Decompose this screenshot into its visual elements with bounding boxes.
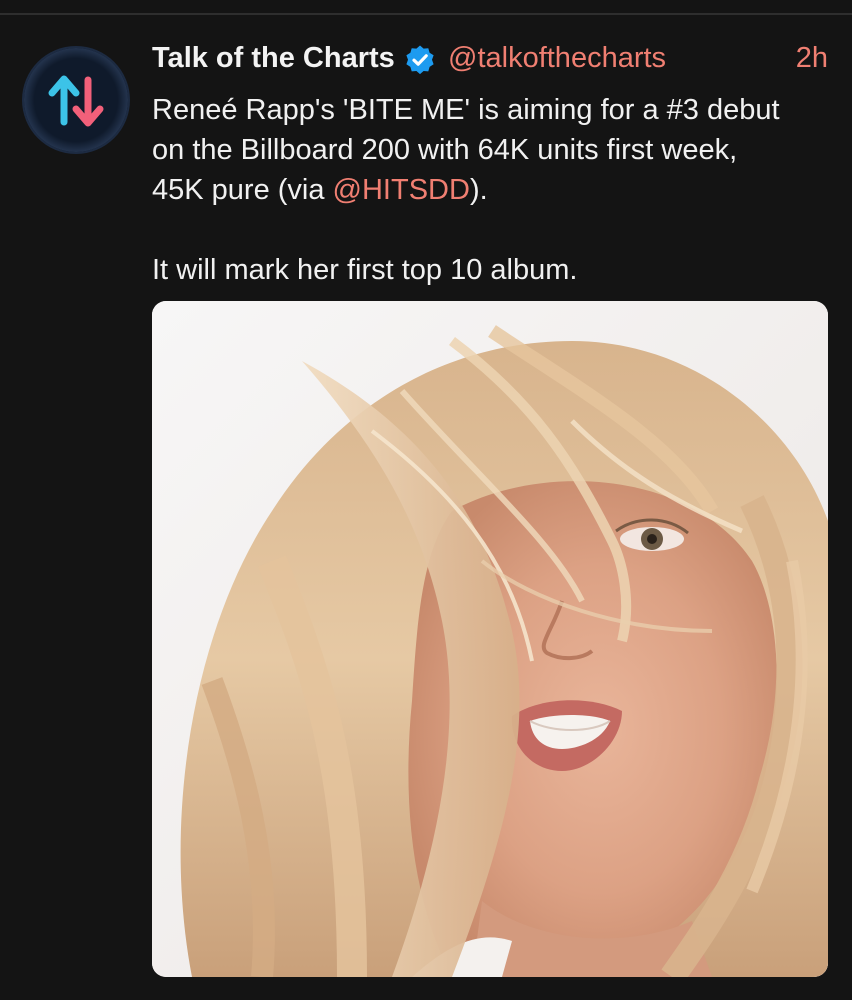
mention-link[interactable]: @HITSDD (333, 174, 470, 206)
tweet-text-fragment: 45K pure (via (152, 174, 333, 206)
portrait-photo (152, 301, 828, 977)
tweet-text-line: 45K pure (via @HITSDD). (152, 170, 822, 210)
verified-badge-icon (404, 44, 436, 76)
display-name[interactable]: Talk of the Charts (152, 42, 395, 75)
tweet-text: Reneé Rapp's 'BITE ME' is aiming for a #… (152, 90, 822, 290)
tweet-media-photo[interactable] (152, 301, 828, 977)
tweet-header: Talk of the Charts @talkofthecharts 2h (152, 40, 832, 80)
user-handle[interactable]: @talkofthecharts (448, 42, 666, 75)
tweet-text-line: on the Billboard 200 with 64K units firs… (152, 134, 738, 166)
up-down-arrows-logo-icon (24, 48, 128, 152)
tweet[interactable]: Talk of the Charts @talkofthecharts 2h R… (0, 0, 852, 1000)
tweet-text-line: Reneé Rapp's 'BITE ME' is aiming for a #… (152, 94, 780, 126)
timestamp[interactable]: 2h (796, 42, 828, 75)
tweet-text-line: It will mark her first top 10 album. (152, 254, 578, 286)
avatar[interactable] (24, 48, 128, 152)
tweet-text-fragment: ). (469, 174, 488, 206)
